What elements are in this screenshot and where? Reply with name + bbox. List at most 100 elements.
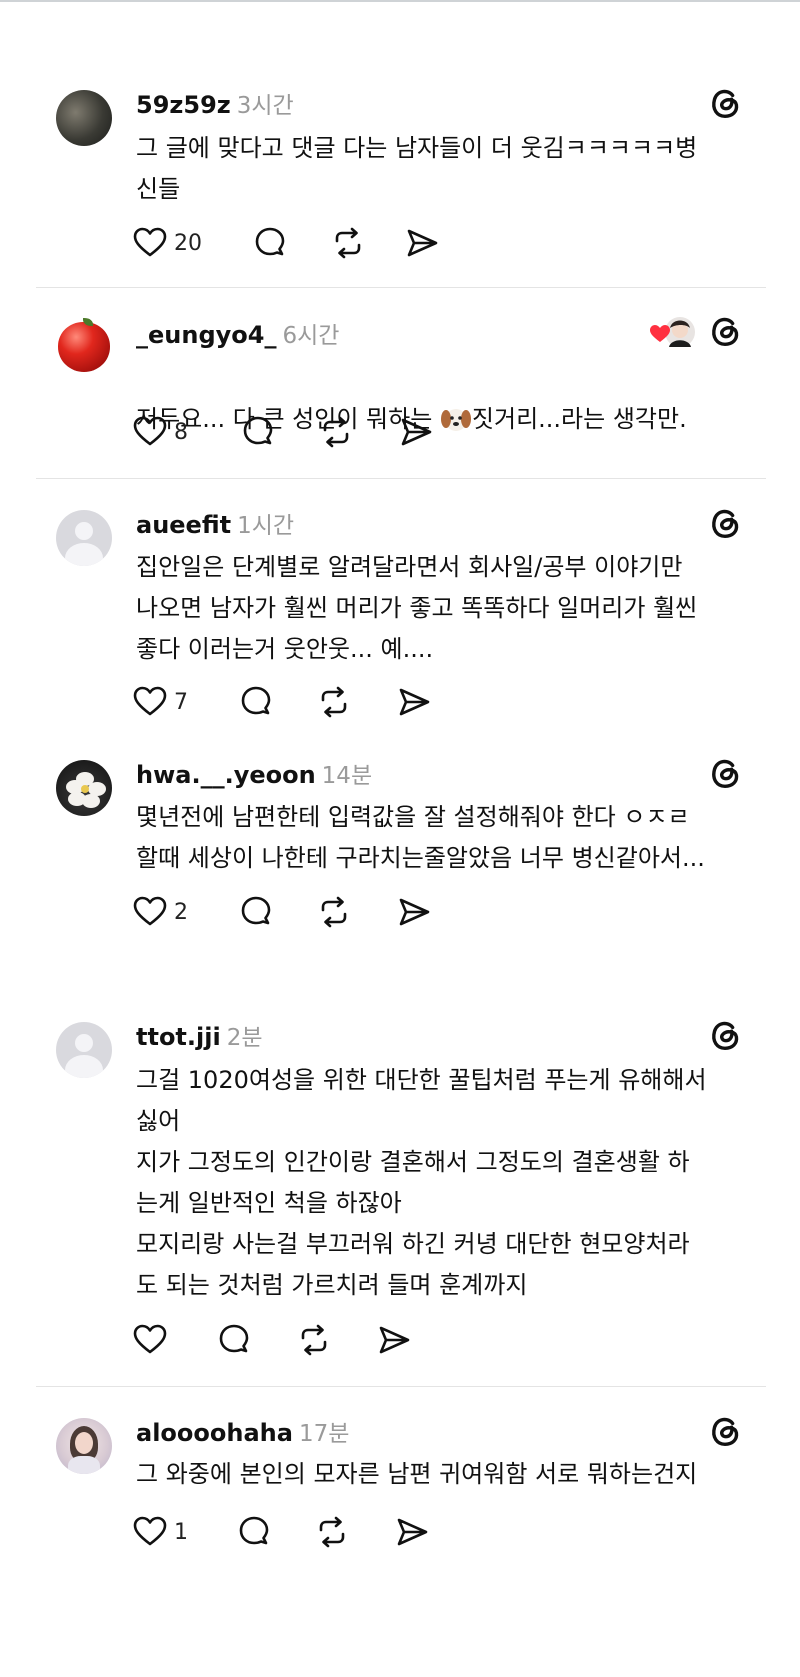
repost-button[interactable]: [314, 1512, 350, 1552]
like-button[interactable]: 2: [132, 892, 188, 932]
username-line: ttot.jji 2분: [136, 1018, 263, 1052]
action-bar: [132, 1320, 532, 1360]
send-icon: [397, 1518, 428, 1546]
avatar-face: [75, 1432, 93, 1454]
username-line: aloooohaha 17분: [136, 1414, 349, 1448]
like-button[interactable]: 7: [132, 682, 188, 722]
divider: [36, 1386, 766, 1387]
post-text: 그 와중에 본인의 모자른 남편 귀여워함 서로 뭐하는건지: [136, 1460, 698, 1488]
author-liked-indicator: [650, 317, 695, 347]
repost-button[interactable]: [318, 412, 354, 452]
threads-logo-icon[interactable]: [706, 754, 744, 792]
repost-icon: [319, 1516, 345, 1548]
heart-icon: [133, 896, 167, 926]
like-count: 7: [174, 689, 188, 715]
share-button[interactable]: [404, 223, 440, 263]
threads-logo-icon[interactable]: [706, 1412, 744, 1450]
timestamp: 6시간: [282, 323, 340, 349]
divider: [36, 478, 766, 479]
username[interactable]: aueefit: [136, 511, 231, 539]
comment-icon: [255, 227, 285, 256]
like-count: 2: [174, 899, 188, 925]
avatar-head: [75, 522, 93, 540]
action-bar: 7: [132, 682, 532, 722]
threads-logo-icon[interactable]: [706, 84, 744, 122]
like-count: 20: [174, 230, 202, 256]
comment-icon: [239, 1516, 269, 1545]
username[interactable]: ttot.jji: [136, 1023, 221, 1051]
send-icon: [399, 688, 430, 716]
avatar[interactable]: [56, 318, 112, 374]
username-line: _eungyo4_ 6시간: [136, 316, 339, 350]
repost-icon: [335, 227, 361, 259]
reply-button[interactable]: [216, 1320, 252, 1360]
send-icon: [379, 1326, 410, 1354]
avatar[interactable]: [56, 90, 112, 146]
share-button[interactable]: [376, 1320, 412, 1360]
post-text: 그걸 1020여성을 위한 대단한 꿀팁처럼 푸는게 유해해서 싫어 지가 그정…: [136, 1066, 707, 1299]
comment-icon: [241, 896, 271, 925]
timestamp: 1시간: [237, 513, 295, 539]
reply-button[interactable]: [238, 682, 274, 722]
timestamp: 17분: [298, 1421, 350, 1447]
top-border: [0, 0, 800, 2]
action-bar: 20: [132, 223, 532, 263]
comment-icon: [243, 416, 273, 445]
comment-icon: [219, 1324, 249, 1353]
reply-button[interactable]: [240, 412, 276, 452]
avatar[interactable]: [56, 1022, 112, 1078]
threads-logo-icon[interactable]: [706, 1016, 744, 1054]
timestamp: 3시간: [236, 93, 294, 119]
username-line: aueefit 1시간: [136, 506, 294, 540]
repost-icon: [323, 416, 349, 448]
reply-button[interactable]: [238, 892, 274, 932]
repost-button[interactable]: [316, 892, 352, 932]
heart-icon: [133, 1516, 167, 1546]
repost-button[interactable]: [296, 1320, 332, 1360]
timestamp: 2분: [226, 1025, 263, 1051]
flower-petal: [68, 792, 86, 806]
avatar[interactable]: [56, 760, 112, 816]
divider: [36, 287, 766, 288]
like-button[interactable]: 1: [132, 1512, 188, 1552]
apple-image: [58, 322, 110, 372]
like-count: 1: [174, 1519, 188, 1545]
share-button[interactable]: [396, 682, 432, 722]
share-button[interactable]: [396, 892, 432, 932]
username-line: hwa.__.yeoon 14분: [136, 756, 372, 790]
username-line: 59z59z 3시간: [136, 86, 294, 120]
share-button[interactable]: [398, 412, 434, 452]
post-text: 집안일은 단계별로 알려달라면서 회사일/공부 이야기만 나오면 남자가 훨씬 …: [136, 553, 698, 663]
repost-button[interactable]: [330, 223, 366, 263]
heart-icon: [133, 686, 167, 716]
like-button[interactable]: 8: [132, 412, 188, 452]
repost-icon: [301, 1324, 327, 1356]
avatar-head: [75, 1034, 93, 1052]
action-bar: 8: [132, 412, 532, 452]
reply-button[interactable]: [252, 223, 288, 263]
like-count: 8: [174, 419, 188, 445]
avatar[interactable]: [56, 510, 112, 566]
repost-icon: [321, 896, 347, 928]
repost-button[interactable]: [316, 682, 352, 722]
send-icon: [407, 229, 438, 257]
share-button[interactable]: [394, 1512, 430, 1552]
threads-logo-icon[interactable]: [706, 312, 744, 350]
username[interactable]: aloooohaha: [136, 1419, 293, 1447]
username[interactable]: hwa.__.yeoon: [136, 761, 316, 789]
heart-icon: [133, 416, 167, 446]
action-bar: 2: [132, 892, 532, 932]
avatar-body: [65, 1055, 103, 1078]
threads-logo-icon[interactable]: [706, 504, 744, 542]
comment-icon: [241, 686, 271, 715]
like-button[interactable]: 20: [132, 223, 202, 263]
send-icon: [399, 898, 430, 926]
post-text: 그 글에 맞다고 댓글 다는 남자들이 더 웃김ㅋㅋㅋㅋㅋ병 신들: [136, 134, 698, 203]
heart-icon: [133, 227, 167, 257]
repost-icon: [321, 686, 347, 718]
username[interactable]: _eungyo4_: [136, 321, 276, 349]
username[interactable]: 59z59z: [136, 91, 231, 119]
like-button[interactable]: [132, 1320, 174, 1360]
avatar[interactable]: [56, 1418, 112, 1474]
reply-button[interactable]: [236, 1512, 272, 1552]
